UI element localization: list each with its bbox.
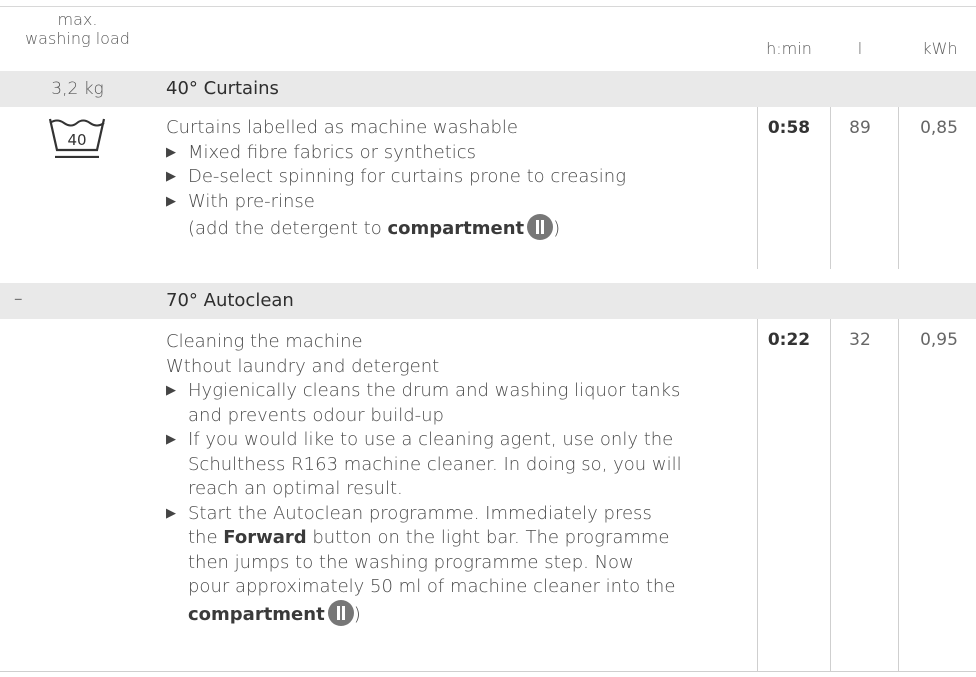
- description-bullet-continuation: then jumps to the washing programme step…: [188, 551, 634, 573]
- programme-description-curtains: Curtains labelled as machine washable Mi…: [166, 116, 746, 242]
- description-bullet-continuation: the Forward button on the light bar. The…: [166, 526, 746, 551]
- header-max-load: max. washing load: [0, 10, 155, 48]
- programme-energy: 0,85: [920, 118, 958, 138]
- programme-time: 0:22: [767, 330, 811, 350]
- note-suffix: ): [553, 218, 561, 239]
- description-line: Cleaning the machine: [166, 331, 363, 352]
- description-bullet-continuation: Schulthess R163 machine cleaner. In doin…: [188, 453, 682, 475]
- header-load-line1: max.: [57, 10, 98, 29]
- programme-description-autoclean: Cleaning the machine Wthout laundry and …: [166, 330, 746, 627]
- programme-title: 70° Autoclean: [166, 290, 294, 311]
- description-bullet: If you would like to use a cleaning agen…: [166, 428, 746, 453]
- top-rule: [0, 6, 976, 7]
- programme-load: 3,2 kg: [51, 79, 104, 99]
- text-suffix: button on the light bar. The programme: [306, 527, 670, 548]
- description-line: Wthout laundry and detergent: [166, 355, 440, 377]
- programme-load: –: [14, 289, 23, 309]
- programme-band-curtains: 3,2 kg 40° Curtains: [0, 71, 976, 107]
- text-prefix: the: [188, 527, 224, 548]
- header-time: h:min: [766, 39, 812, 58]
- description-bullet: Mixed fibre fabrics or synthetics: [166, 141, 746, 166]
- column-divider: [830, 107, 831, 269]
- wash-40-icon: 40: [48, 118, 106, 158]
- description-line: Curtains labelled as machine washable: [166, 117, 519, 138]
- programme-litres: 32: [849, 330, 871, 350]
- programme-band-autoclean: – 70° Autoclean: [0, 283, 976, 319]
- description-bullet-continuation: and prevents odour build-up: [188, 404, 444, 426]
- description-bullet-continuation: compartment): [166, 599, 746, 628]
- programme-energy: 0,95: [920, 330, 958, 350]
- note-prefix: (add the detergent to: [188, 218, 388, 239]
- header-litres: l: [857, 39, 863, 58]
- description-note: (add the detergent to compartment): [166, 214, 746, 242]
- column-divider: [898, 319, 899, 671]
- wash-temperature-label: 40: [67, 131, 86, 149]
- column-divider: [898, 107, 899, 269]
- header-energy: kWh: [922, 39, 958, 58]
- column-divider: [757, 107, 758, 269]
- note-compartment: compartment: [387, 218, 525, 239]
- description-bullet: De-select spinning for curtains prone to…: [166, 165, 746, 190]
- column-divider: [757, 319, 758, 671]
- programme-title: 40° Curtains: [166, 78, 279, 99]
- description-bullet-continuation: reach an optimal result.: [188, 478, 403, 499]
- compartment-2-icon: [527, 214, 554, 240]
- bottom-rule: [0, 671, 976, 672]
- description-bullet: With pre-rinse: [166, 190, 746, 215]
- compartment-2-icon: [327, 599, 354, 626]
- description-bullet: Start the Autoclean programme. Immediate…: [166, 502, 746, 527]
- forward-button-label: Forward: [223, 527, 307, 548]
- header-load-line2: washing load: [25, 29, 130, 48]
- column-divider: [830, 319, 831, 671]
- description-bullet: Hygienically cleans the drum and washing…: [166, 379, 746, 404]
- programme-time: 0:58: [767, 118, 811, 138]
- programme-litres: 89: [849, 118, 871, 138]
- note-suffix: ): [353, 603, 361, 625]
- note-compartment: compartment: [188, 603, 325, 625]
- description-bullet-continuation: pour approximately 50 ml of machine clea…: [188, 576, 676, 597]
